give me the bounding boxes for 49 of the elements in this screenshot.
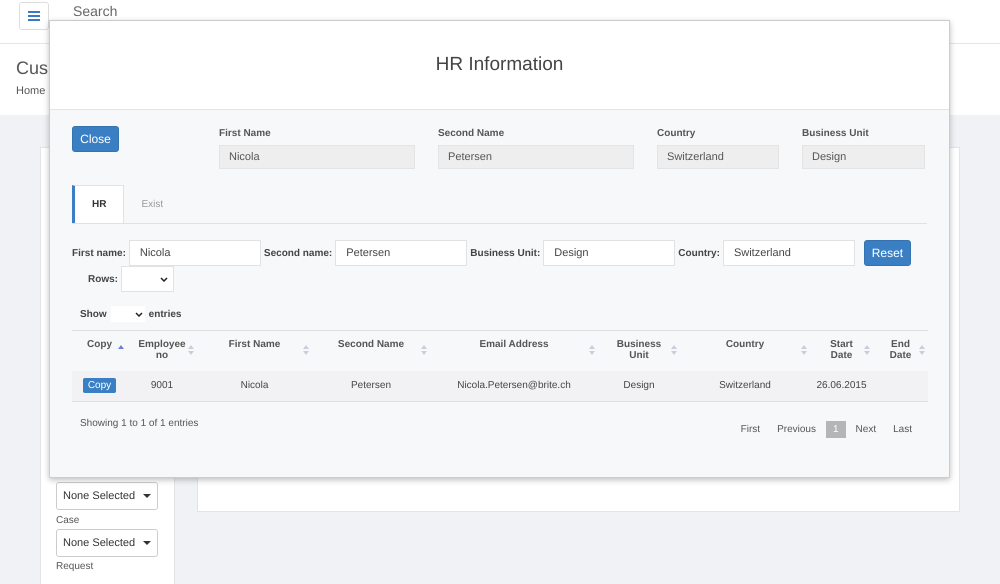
filter-label: Request bbox=[56, 561, 94, 572]
table-cell: Switzerland bbox=[680, 370, 810, 401]
tab[interactable]: HR bbox=[72, 185, 124, 223]
page-title: Cus bbox=[16, 58, 48, 79]
reset-button[interactable]: Reset bbox=[864, 240, 911, 266]
readonly-field[interactable]: Petersen bbox=[438, 145, 634, 169]
entries-select[interactable] bbox=[110, 306, 145, 322]
menu-icon bbox=[28, 10, 40, 20]
chevron-icon bbox=[134, 312, 143, 316]
breadcrumb-link[interactable]: Home bbox=[16, 85, 46, 97]
dropdown[interactable]: None Selected bbox=[56, 529, 158, 557]
readonly-field[interactable]: Nicola bbox=[219, 145, 415, 169]
table-cell: Design bbox=[598, 370, 680, 401]
field-label: Country bbox=[657, 128, 696, 139]
caret-icon bbox=[143, 541, 151, 545]
rows-label: Rows: bbox=[88, 274, 118, 284]
readonly-field[interactable]: Design bbox=[802, 145, 925, 169]
chevron-icon bbox=[160, 276, 168, 282]
filter-label: Case bbox=[56, 515, 80, 526]
modal-title: HR Information bbox=[436, 54, 564, 76]
field-label: Second Name bbox=[438, 128, 506, 139]
filter-label: First name: bbox=[72, 248, 126, 258]
filter-field[interactable]: Nicola bbox=[128, 240, 261, 266]
page-link[interactable]: Next bbox=[848, 420, 884, 438]
caret-icon bbox=[143, 494, 151, 498]
table-cell: Petersen bbox=[312, 370, 430, 401]
table-cell: 9001 bbox=[127, 370, 197, 401]
page-link[interactable]: Last bbox=[886, 420, 919, 438]
show-label: Show bbox=[80, 308, 107, 320]
dropdown[interactable]: None Selected bbox=[56, 482, 158, 510]
page-link[interactable]: Previous bbox=[770, 420, 823, 438]
table-info: Showing 1 to 1 of 1 entries bbox=[80, 418, 198, 428]
close-button[interactable]: Close bbox=[72, 126, 119, 152]
table-cell: Nicola bbox=[197, 370, 312, 401]
filter-field[interactable]: Petersen bbox=[335, 240, 468, 266]
field-label: First Name bbox=[219, 128, 272, 139]
table-cell: Nicola.Petersen@brite.ch bbox=[430, 370, 598, 401]
menu-button[interactable] bbox=[19, 2, 49, 30]
page-link[interactable]: First bbox=[734, 420, 768, 438]
filter-label: Business Unit: bbox=[470, 248, 540, 258]
field-label: Business Unit bbox=[802, 128, 870, 139]
entries-label: entries bbox=[148, 308, 182, 320]
copy-button[interactable]: Copy bbox=[82, 378, 116, 393]
filter-field[interactable]: Switzerland bbox=[722, 240, 855, 266]
readonly-field[interactable]: Switzerland bbox=[657, 145, 779, 169]
filter-label: Country: bbox=[678, 248, 720, 258]
table-cell: 26.06.2015 bbox=[810, 370, 873, 401]
filter-label: Second name: bbox=[264, 248, 332, 258]
filter-field[interactable]: Design bbox=[543, 240, 676, 266]
